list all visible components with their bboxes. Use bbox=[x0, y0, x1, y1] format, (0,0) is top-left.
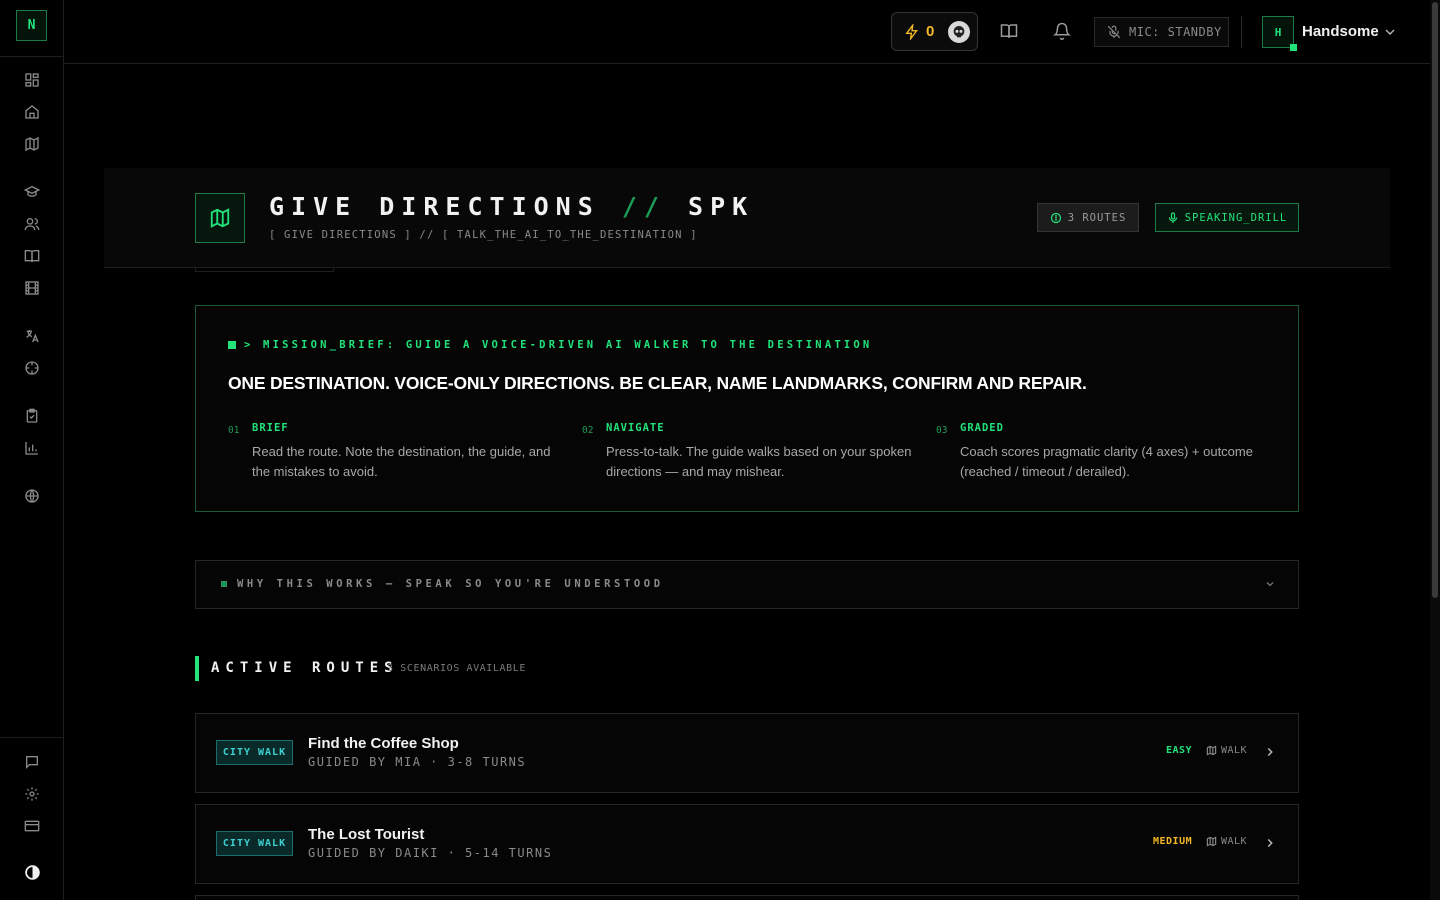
map-icon[interactable] bbox=[22, 134, 42, 154]
map-icon bbox=[1206, 745, 1217, 756]
book-icon[interactable] bbox=[22, 246, 42, 266]
chevron-down-icon[interactable] bbox=[1264, 578, 1276, 590]
bar-chart-icon[interactable] bbox=[22, 438, 42, 458]
mic-status[interactable]: MIC: STANDBY bbox=[1094, 17, 1229, 47]
route-category-tag: CITY WALK bbox=[216, 831, 293, 856]
section-accent-bar bbox=[195, 656, 199, 681]
xp-counter[interactable]: 0 bbox=[891, 12, 978, 51]
sidebar: N bbox=[0, 0, 64, 900]
map-icon bbox=[1206, 836, 1217, 847]
square-bullet-icon bbox=[221, 581, 227, 587]
page-title: GIVE DIRECTIONS // SPK bbox=[269, 192, 755, 221]
page-subtitle: [ GIVE DIRECTIONS ] // [ TALK_THE_AI_TO_… bbox=[269, 229, 698, 241]
scenario-count: 3 SCENARIOS AVAILABLE bbox=[387, 663, 527, 674]
page-hero: GIVE DIRECTIONS // SPK [ GIVE DIRECTIONS… bbox=[104, 168, 1390, 268]
credit-card-icon[interactable] bbox=[22, 816, 42, 836]
lightning-icon bbox=[904, 23, 920, 40]
bell-icon[interactable] bbox=[1053, 22, 1073, 42]
skull-avatar-icon bbox=[948, 20, 971, 43]
theme-toggle-icon[interactable] bbox=[22, 862, 42, 882]
divider bbox=[1241, 16, 1242, 48]
settings-icon[interactable] bbox=[22, 784, 42, 804]
compass-icon bbox=[1050, 212, 1062, 224]
online-indicator bbox=[1290, 44, 1297, 51]
translate-icon[interactable] bbox=[22, 326, 42, 346]
route-card[interactable]: CITY WALK The Lost Tourist GUIDED BY DAI… bbox=[195, 804, 1299, 884]
scrollbar-thumb[interactable] bbox=[1432, 2, 1438, 598]
route-category-tag: CITY WALK bbox=[216, 740, 293, 765]
xp-value: 0 bbox=[926, 23, 935, 40]
difficulty-badge: EASY bbox=[1166, 745, 1193, 756]
tab-underline bbox=[195, 268, 334, 272]
difficulty-badge: MEDIUM bbox=[1153, 836, 1193, 847]
users-icon[interactable] bbox=[22, 214, 42, 234]
square-bullet-icon bbox=[228, 341, 236, 349]
dashboard-icon[interactable] bbox=[22, 70, 42, 90]
mic-icon bbox=[1167, 211, 1179, 224]
clipboard-icon[interactable] bbox=[22, 406, 42, 426]
app-logo[interactable]: N bbox=[16, 10, 47, 41]
crosshair-icon[interactable] bbox=[22, 358, 42, 378]
route-card[interactable]: CITY WALK Find the Coffee Shop GUIDED BY… bbox=[195, 713, 1299, 793]
divider bbox=[0, 737, 64, 738]
map-icon bbox=[195, 193, 245, 243]
why-this-works-accordion[interactable]: WHY THIS WORKS — SPEAK SO YOU'RE UNDERST… bbox=[195, 560, 1299, 609]
chevron-right-icon[interactable] bbox=[1263, 745, 1277, 759]
mic-off-icon bbox=[1107, 25, 1121, 39]
mission-kicker: > MISSION_BRIEF: GUIDE A VOICE-DRIVEN AI… bbox=[228, 339, 872, 351]
globe-icon[interactable] bbox=[22, 486, 42, 506]
mode-badge: SPEAKING_DRILL bbox=[1155, 203, 1299, 232]
chat-icon[interactable] bbox=[22, 752, 42, 772]
accordion-label: WHY THIS WORKS — SPEAK SO YOU'RE UNDERST… bbox=[221, 578, 664, 590]
chevron-right-icon[interactable] bbox=[1263, 836, 1277, 850]
section-title: ACTIVE ROUTES bbox=[211, 660, 399, 676]
book-open-icon[interactable] bbox=[1000, 22, 1020, 42]
route-meta: GUIDED BY DAIKI · 5-14 TURNS bbox=[308, 846, 553, 860]
route-card[interactable] bbox=[195, 895, 1299, 900]
top-header: 0 MIC: STANDBY H Handsome bbox=[64, 0, 1430, 64]
user-name[interactable]: Handsome bbox=[1302, 23, 1379, 40]
divider bbox=[0, 56, 64, 57]
route-name: The Lost Tourist bbox=[308, 826, 425, 843]
mission-headline: ONE DESTINATION. VOICE-ONLY DIRECTIONS. … bbox=[228, 373, 1087, 393]
film-icon[interactable] bbox=[22, 278, 42, 298]
chevron-down-icon[interactable] bbox=[1382, 24, 1398, 40]
route-meta: GUIDED BY MIA · 3-8 TURNS bbox=[308, 755, 527, 769]
route-mode: WALK bbox=[1206, 836, 1247, 847]
route-mode: WALK bbox=[1206, 745, 1247, 756]
mission-brief-card: > MISSION_BRIEF: GUIDE A VOICE-DRIVEN AI… bbox=[195, 305, 1299, 512]
avatar[interactable]: H bbox=[1262, 16, 1297, 51]
mic-status-label: MIC: STANDBY bbox=[1129, 25, 1222, 39]
route-name: Find the Coffee Shop bbox=[308, 735, 459, 752]
routes-count-badge: 3 ROUTES bbox=[1037, 203, 1139, 232]
home-icon[interactable] bbox=[22, 102, 42, 122]
graduation-cap-icon[interactable] bbox=[22, 182, 42, 202]
